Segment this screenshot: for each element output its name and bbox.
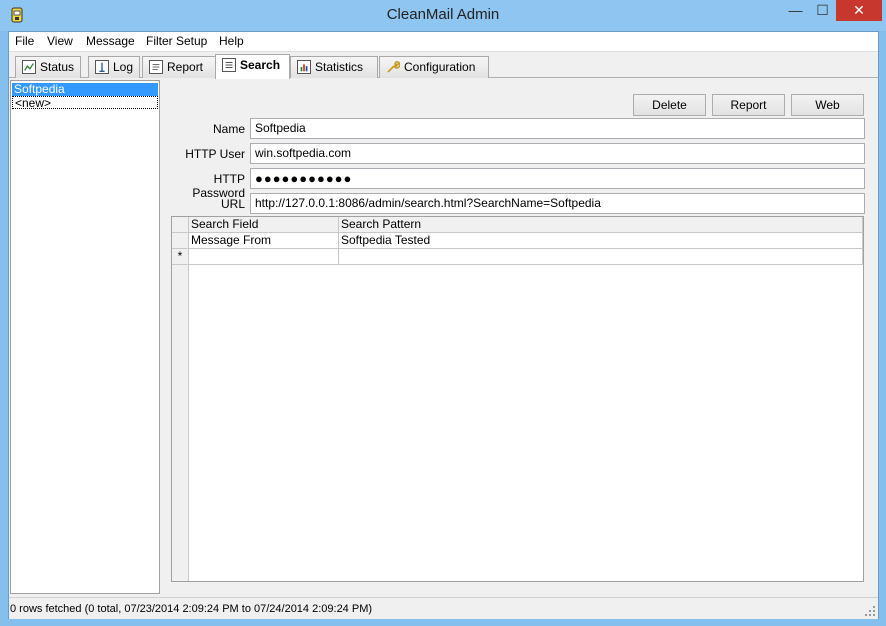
grid-row-header-column xyxy=(172,217,189,581)
grid-body xyxy=(189,217,863,581)
app-window: CleanMail Admin — ☐ ✕ File View Message … xyxy=(0,0,886,626)
report-button[interactable]: Report xyxy=(712,94,785,116)
delete-button[interactable]: Delete xyxy=(633,94,706,116)
http-user-label: HTTP User xyxy=(185,147,245,161)
search-doc-icon xyxy=(222,58,236,72)
search-list-item-selected[interactable]: Softpedia xyxy=(12,83,158,96)
maximize-button[interactable]: ☐ xyxy=(809,0,836,21)
status-chart-icon xyxy=(22,60,36,74)
statistics-bar-icon xyxy=(297,60,311,74)
minimize-button[interactable]: — xyxy=(782,0,809,21)
web-button[interactable]: Web xyxy=(791,94,864,116)
tab-search[interactable]: Search xyxy=(215,54,290,79)
close-button[interactable]: ✕ xyxy=(836,0,882,21)
menu-message[interactable]: Message xyxy=(86,34,135,48)
grid-row-header[interactable] xyxy=(172,233,189,249)
grid-new-row-marker[interactable]: * xyxy=(172,249,189,265)
grid-cell-search-pattern[interactable]: Softpedia Tested xyxy=(339,233,863,249)
status-text: 0 rows fetched (0 total, 07/23/2014 2:09… xyxy=(10,603,373,615)
name-label: Name xyxy=(212,122,245,136)
search-list[interactable]: Softpedia <new> xyxy=(10,80,160,594)
close-icon: ✕ xyxy=(853,2,865,18)
grid-new-cell-search-pattern[interactable] xyxy=(339,249,863,265)
menu-view[interactable]: View xyxy=(47,34,73,48)
tab-status[interactable]: Status xyxy=(15,56,81,78)
tab-label: Status xyxy=(40,60,75,74)
resize-grip-icon[interactable] xyxy=(865,606,875,616)
report-icon xyxy=(149,60,163,74)
tab-label: Log xyxy=(113,60,134,74)
window-title: CleanMail Admin xyxy=(386,6,500,23)
url-input[interactable]: http://127.0.0.1:8086/admin/search.html?… xyxy=(250,193,865,214)
client-area: File View Message Filter Setup Help Stat… xyxy=(8,31,879,619)
grid-header-search-pattern[interactable]: Search Pattern xyxy=(339,217,863,233)
grid-new-cell-search-field[interactable] xyxy=(189,249,339,265)
menu-help[interactable]: Help xyxy=(219,34,244,48)
minimize-icon: — xyxy=(788,2,803,18)
http-user-input[interactable]: win.softpedia.com xyxy=(250,143,865,164)
tab-report[interactable]: Report xyxy=(142,56,216,78)
tab-configuration[interactable]: Configuration xyxy=(379,56,489,78)
tab-statistics[interactable]: Statistics xyxy=(290,56,378,78)
search-criteria-grid: Search Field Search Pattern Message From… xyxy=(171,216,864,582)
search-detail-panel: Delete Report Web Name Softpedia HTTP Us… xyxy=(161,80,877,594)
grid-cell-search-field[interactable]: Message From xyxy=(189,233,339,249)
maximize-icon: ☐ xyxy=(816,2,829,18)
tab-label: Search xyxy=(240,58,281,72)
status-bar: 0 rows fetched (0 total, 07/23/2014 2:09… xyxy=(9,597,878,619)
wrench-icon xyxy=(387,61,400,73)
grid-header-search-field[interactable]: Search Field xyxy=(189,217,339,233)
tab-log[interactable]: Log xyxy=(88,56,140,78)
tab-label: Report xyxy=(167,60,204,74)
http-password-input[interactable]: ●●●●●●●●●●● xyxy=(250,168,865,189)
menu-bar: File View Message Filter Setup Help xyxy=(9,32,878,52)
tab-strip: Status Log Report Search Statistics Conf… xyxy=(9,53,878,79)
search-list-item-new[interactable]: <new> xyxy=(12,96,158,110)
menu-filter-setup[interactable]: Filter Setup xyxy=(146,34,207,48)
menu-file[interactable]: File xyxy=(15,34,34,48)
tab-label: Configuration xyxy=(404,60,476,74)
http-password-label: HTTP Password xyxy=(192,172,245,200)
tab-label: Statistics xyxy=(315,60,364,74)
grid-corner-cell xyxy=(172,217,189,233)
log-icon xyxy=(95,60,109,74)
name-input[interactable]: Softpedia xyxy=(250,118,865,139)
title-bar[interactable]: CleanMail Admin — ☐ ✕ xyxy=(0,0,886,31)
url-label: URL xyxy=(220,197,245,211)
